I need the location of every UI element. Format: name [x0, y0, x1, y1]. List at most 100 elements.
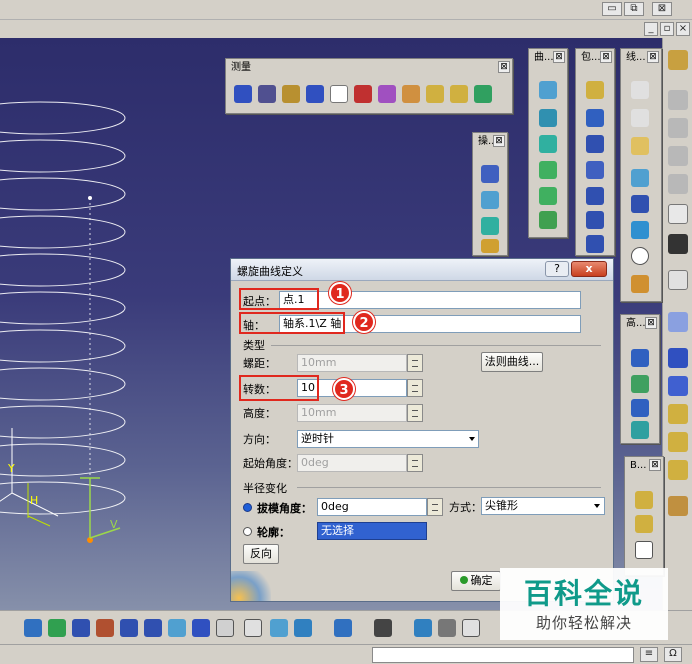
- catalog-icon[interactable]: [668, 460, 688, 480]
- fillet-icon[interactable]: [631, 349, 649, 367]
- start-angle-field[interactable]: 0deg: [297, 454, 407, 472]
- body-icon-2[interactable]: [635, 515, 653, 533]
- command-input[interactable]: [372, 647, 634, 663]
- sweep-icon[interactable]: [539, 135, 557, 153]
- body-icon-3[interactable]: [635, 541, 653, 559]
- join-icon[interactable]: [481, 165, 499, 183]
- normal-view-icon[interactable]: [168, 619, 186, 637]
- toolbar-height-close-icon[interactable]: ⊠: [645, 317, 657, 329]
- pan-icon[interactable]: [72, 619, 90, 637]
- draft-angle-spinner[interactable]: [427, 498, 443, 516]
- sparkle-icon[interactable]: [668, 234, 688, 254]
- mode-select[interactable]: 尖锥形: [481, 497, 605, 515]
- helix-icon[interactable]: [631, 275, 649, 293]
- law-curve-button[interactable]: 法则曲线...: [481, 352, 543, 372]
- ok-button[interactable]: 确定: [451, 571, 501, 591]
- status-button-2-icon[interactable]: Ω: [664, 647, 682, 662]
- layer-icon[interactable]: [334, 619, 352, 637]
- toolbar-curves-close-icon[interactable]: ⊠: [553, 51, 565, 63]
- pattern-icon[interactable]: [668, 376, 688, 396]
- swap-visible-icon[interactable]: [294, 619, 312, 637]
- fly-icon[interactable]: [24, 619, 42, 637]
- start-angle-spinner[interactable]: [407, 454, 423, 472]
- connect-icon[interactable]: [378, 85, 396, 103]
- revolve-icon[interactable]: [586, 135, 604, 153]
- toolbar-lines-close-icon[interactable]: ⊠: [647, 51, 659, 63]
- body-icon-1[interactable]: [635, 491, 653, 509]
- projection-icon[interactable]: [631, 169, 649, 187]
- measure-item-icon[interactable]: [258, 85, 276, 103]
- inertia-icon[interactable]: [282, 85, 300, 103]
- minimize-icon[interactable]: ▭: [602, 2, 622, 16]
- update-icon[interactable]: [414, 619, 432, 637]
- draft-analysis-icon[interactable]: [450, 85, 468, 103]
- rotate-icon[interactable]: [96, 619, 114, 637]
- restore-icon[interactable]: ⧉: [624, 2, 644, 16]
- tool-icon-3[interactable]: [668, 146, 688, 166]
- render-style-icon[interactable]: [244, 619, 262, 637]
- loft-icon[interactable]: [539, 187, 557, 205]
- tool-icon-5[interactable]: [668, 496, 688, 516]
- chamfer-icon[interactable]: [631, 375, 649, 393]
- graph-icon[interactable]: [668, 312, 688, 332]
- spline-icon[interactable]: [539, 81, 557, 99]
- dialog-close-button[interactable]: x: [571, 261, 607, 277]
- tool-icon-1[interactable]: [668, 90, 688, 110]
- point-icon[interactable]: [631, 81, 649, 99]
- axis-system-icon[interactable]: [462, 619, 480, 637]
- zoom-out-icon[interactable]: [144, 619, 162, 637]
- draft-angle-field[interactable]: 0deg: [317, 498, 427, 516]
- profile-radio[interactable]: [243, 527, 252, 536]
- multi-view-icon[interactable]: [192, 619, 210, 637]
- help-button[interactable]: ?: [545, 261, 569, 277]
- hand-icon[interactable]: [438, 619, 456, 637]
- sphere-icon[interactable]: [586, 161, 604, 179]
- iso-view-icon[interactable]: [216, 619, 234, 637]
- blend-icon[interactable]: [539, 211, 557, 229]
- direction-select[interactable]: 逆时针: [297, 430, 479, 448]
- measure-between-icon[interactable]: [234, 85, 252, 103]
- comb-icon[interactable]: [354, 85, 372, 103]
- scan-icon[interactable]: [668, 432, 688, 452]
- doc-restore-icon[interactable]: ▫: [660, 22, 674, 36]
- intersection-icon[interactable]: [631, 195, 649, 213]
- porcupine-icon[interactable]: [402, 85, 420, 103]
- camera-icon[interactable]: [374, 619, 392, 637]
- tool-icon-4[interactable]: [668, 174, 688, 194]
- cylinder-icon[interactable]: [586, 187, 604, 205]
- analysis-dropdown-icon[interactable]: [306, 85, 324, 103]
- pitch-spinner[interactable]: [407, 354, 423, 372]
- toolbar-b-close-icon[interactable]: ⊠: [649, 459, 661, 471]
- pitch-field[interactable]: 10mm: [297, 354, 407, 372]
- boundary-icon[interactable]: [631, 421, 649, 439]
- connect-curve-icon[interactable]: [539, 109, 557, 127]
- hide-show-icon[interactable]: [270, 619, 288, 637]
- start-point-field[interactable]: 点.1: [279, 291, 581, 309]
- surface-analysis-icon[interactable]: [426, 85, 444, 103]
- analysis-icon[interactable]: [668, 404, 688, 424]
- reverse-button[interactable]: 反向: [243, 544, 279, 564]
- curve-icon[interactable]: [330, 85, 348, 103]
- height-field[interactable]: 10mm: [297, 404, 407, 422]
- fill-icon[interactable]: [539, 161, 557, 179]
- doc-minimize-icon[interactable]: _: [644, 22, 658, 36]
- turns-spinner[interactable]: [407, 379, 423, 397]
- surface-icon[interactable]: [586, 211, 604, 229]
- sketch-icon[interactable]: [668, 50, 688, 70]
- parallel-curve-icon[interactable]: [631, 221, 649, 239]
- fit-all-icon[interactable]: [48, 619, 66, 637]
- line-icon[interactable]: [631, 109, 649, 127]
- close-icon[interactable]: ⊠: [652, 2, 672, 16]
- thick-icon[interactable]: [586, 235, 604, 253]
- toolbar-ops-close-icon[interactable]: ⊠: [493, 135, 505, 147]
- tool-icon-2[interactable]: [668, 118, 688, 138]
- circle-icon[interactable]: [631, 247, 649, 265]
- xn-icon[interactable]: [668, 348, 688, 368]
- mode-chevron-down-icon[interactable]: [594, 504, 600, 508]
- select-arrow-icon[interactable]: [668, 204, 688, 224]
- height-spinner[interactable]: [407, 404, 423, 422]
- direction-chevron-down-icon[interactable]: [469, 437, 475, 441]
- toolbar-wrap-close-icon[interactable]: ⊠: [600, 51, 612, 63]
- split-icon[interactable]: [481, 191, 499, 209]
- plane-icon[interactable]: [631, 137, 649, 155]
